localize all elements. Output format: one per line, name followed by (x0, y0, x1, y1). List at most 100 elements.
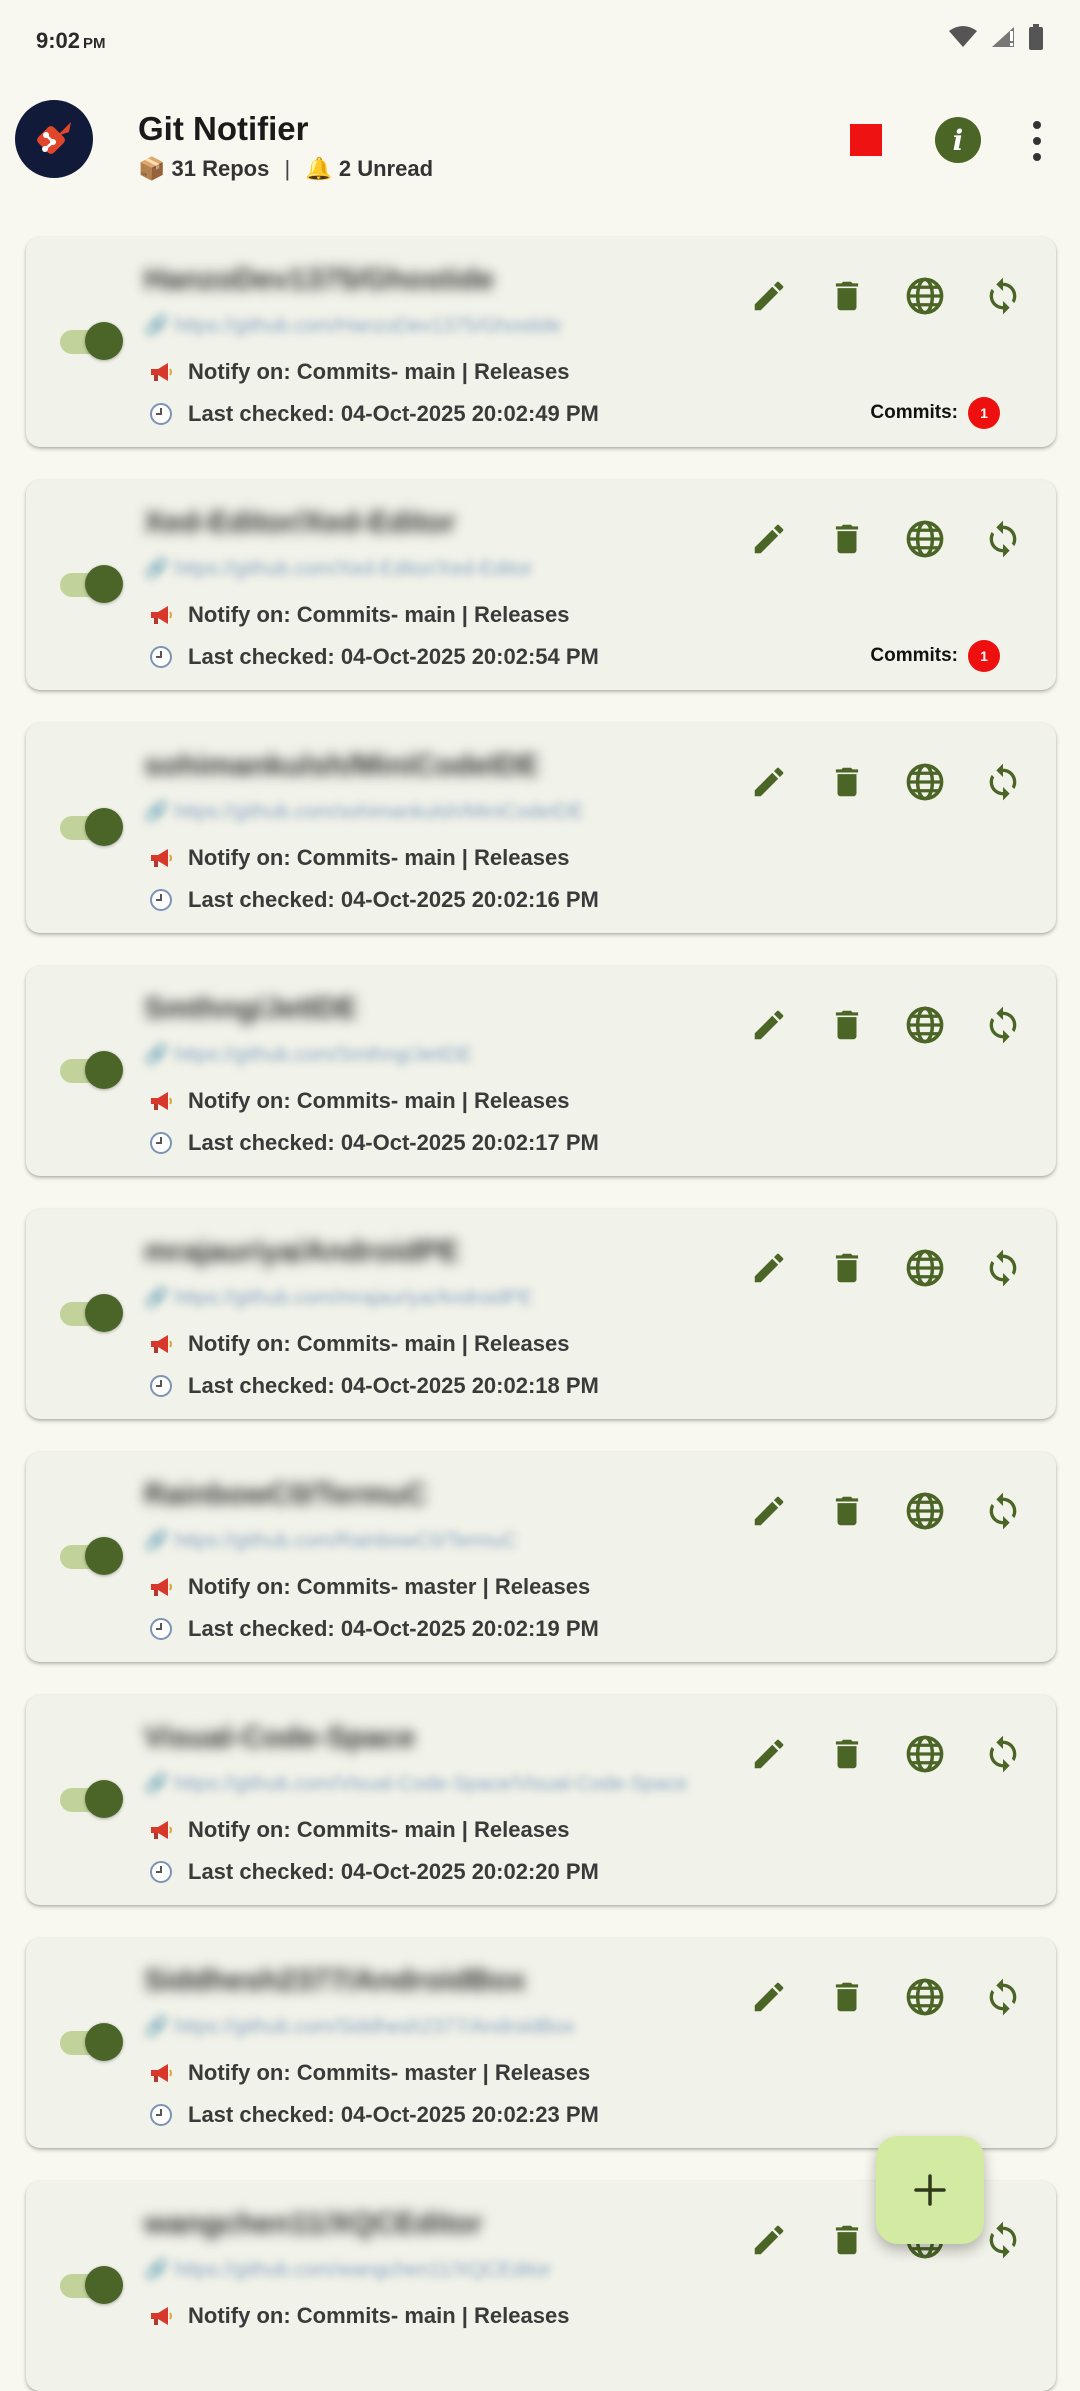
repo-url[interactable]: 🔗 https://github.com/wangchen11/XQCEdito… (144, 2257, 551, 2282)
edit-button[interactable] (746, 2217, 792, 2263)
globe-icon (906, 1492, 944, 1530)
notify-line: Notify on: Commits- main | Releases (148, 845, 569, 871)
open-web-button[interactable] (902, 1002, 948, 1048)
repo-name: RainbowC0/TermuC (144, 1478, 427, 1511)
delete-button[interactable] (824, 1488, 870, 1534)
repo-url[interactable]: 🔗 https://github.com/Smthng/JetIDE (144, 1042, 472, 1067)
delete-button[interactable] (824, 1245, 870, 1291)
toggle-thumb (85, 1294, 123, 1332)
toggle-thumb (85, 1780, 123, 1818)
last-checked-line: Last checked: 04-Oct-2025 20:02:54 PM (148, 644, 599, 670)
edit-button[interactable] (746, 516, 792, 562)
plus-icon (914, 2174, 946, 2206)
link-icon: 🔗 (144, 1044, 175, 1066)
toggle-thumb (85, 322, 123, 360)
sync-icon (989, 520, 1017, 558)
add-repo-button[interactable] (876, 2136, 984, 2244)
last-checked-line: Last checked: 04-Oct-2025 20:02:49 PM (148, 401, 599, 427)
last-checked-line: Last checked: 04-Oct-2025 20:02:17 PM (148, 1130, 599, 1156)
delete-button[interactable] (824, 2217, 870, 2263)
edit-button[interactable] (746, 759, 792, 805)
last-checked-line: Last checked: 04-Oct-2025 20:02:16 PM (148, 887, 599, 913)
repo-enabled-toggle[interactable] (60, 1051, 123, 1089)
repo-enabled-toggle[interactable] (60, 1294, 123, 1332)
repo-name: Xed-Editor/Xed-Editor (144, 506, 456, 539)
refresh-button[interactable] (980, 2217, 1026, 2263)
refresh-button[interactable] (980, 1245, 1026, 1291)
clock-icon (148, 1373, 174, 1399)
repo-url[interactable]: 🔗 https://github.com/Siddhesh2377/Androi… (144, 2014, 575, 2039)
stop-button[interactable] (850, 124, 882, 156)
delete-button[interactable] (824, 1974, 870, 2020)
refresh-button[interactable] (980, 516, 1026, 562)
repos-icon: 📦 (138, 156, 166, 181)
commits-badge: Commits: 1 (870, 397, 1000, 429)
repo-card: Visual-Code-Space 🔗 https://github.com/V… (26, 1695, 1056, 1905)
refresh-button[interactable] (980, 1002, 1026, 1048)
repo-enabled-toggle[interactable] (60, 322, 123, 360)
notify-line: Notify on: Commits- main | Releases (148, 1331, 569, 1357)
toggle-thumb (85, 1051, 123, 1089)
repo-url[interactable]: 🔗 https://github.com/Visual-Code-Space/V… (144, 1771, 687, 1796)
globe-icon (906, 763, 944, 801)
open-web-button[interactable] (902, 759, 948, 805)
repo-url[interactable]: 🔗 https://github.com/sohimankulsh/MiniCo… (144, 799, 584, 824)
overflow-menu-button[interactable] (1024, 121, 1050, 161)
edit-button[interactable] (746, 1245, 792, 1291)
repo-enabled-toggle[interactable] (60, 1537, 123, 1575)
edit-button[interactable] (746, 1731, 792, 1777)
open-web-button[interactable] (902, 1731, 948, 1777)
refresh-button[interactable] (980, 1731, 1026, 1777)
delete-button[interactable] (824, 759, 870, 805)
pencil-icon (754, 524, 784, 554)
wifi-icon (949, 26, 977, 47)
commits-count: 1 (968, 640, 1000, 672)
open-web-button[interactable] (902, 273, 948, 319)
megaphone-icon (148, 602, 174, 628)
pencil-icon (754, 281, 784, 311)
repo-url[interactable]: 🔗 https://github.com/HanzoDev1375/Ghosti… (144, 313, 561, 338)
open-web-button[interactable] (902, 516, 948, 562)
refresh-button[interactable] (980, 759, 1026, 805)
edit-button[interactable] (746, 273, 792, 319)
repo-url[interactable]: 🔗 https://github.com/RainbowC0/TermuC (144, 1528, 517, 1553)
refresh-button[interactable] (980, 273, 1026, 319)
delete-button[interactable] (824, 1002, 870, 1048)
delete-button[interactable] (824, 516, 870, 562)
app-logo (15, 100, 93, 178)
repo-enabled-toggle[interactable] (60, 2266, 123, 2304)
edit-button[interactable] (746, 1002, 792, 1048)
last-checked-line: Last checked: 04-Oct-2025 20:02:20 PM (148, 1859, 599, 1885)
repo-actions (746, 759, 1026, 805)
open-web-button[interactable] (902, 1974, 948, 2020)
toggle-thumb (85, 808, 123, 846)
globe-icon (906, 1735, 944, 1773)
link-icon: 🔗 (144, 1773, 175, 1795)
open-web-button[interactable] (902, 1245, 948, 1291)
clock-icon (148, 1859, 174, 1885)
repo-enabled-toggle[interactable] (60, 2023, 123, 2061)
globe-icon (906, 277, 944, 315)
status-time: 9:02 PM (36, 28, 106, 53)
repo-enabled-toggle[interactable] (60, 565, 123, 603)
megaphone-icon (148, 1331, 174, 1357)
edit-button[interactable] (746, 1488, 792, 1534)
repo-enabled-toggle[interactable] (60, 1780, 123, 1818)
edit-button[interactable] (746, 1974, 792, 2020)
link-icon: 🔗 (144, 2016, 175, 2038)
repo-enabled-toggle[interactable] (60, 808, 123, 846)
delete-button[interactable] (824, 273, 870, 319)
repo-url[interactable]: 🔗 https://github.com/mrajauriya/AndroidP… (144, 1285, 532, 1310)
refresh-button[interactable] (980, 1974, 1026, 2020)
info-button[interactable]: i (935, 117, 981, 163)
notify-line: Notify on: Commits- main | Releases (148, 602, 569, 628)
open-web-button[interactable] (902, 1488, 948, 1534)
repo-card: mrajauriya/AndroidPE 🔗 https://github.co… (26, 1209, 1056, 1419)
pencil-icon (754, 1739, 784, 1769)
repo-url[interactable]: 🔗 https://github.com/Xed-Editor/Xed-Edit… (144, 556, 532, 581)
refresh-button[interactable] (980, 1488, 1026, 1534)
link-icon: 🔗 (144, 1287, 175, 1309)
delete-button[interactable] (824, 1731, 870, 1777)
trash-icon (835, 524, 859, 554)
megaphone-icon (148, 845, 174, 871)
